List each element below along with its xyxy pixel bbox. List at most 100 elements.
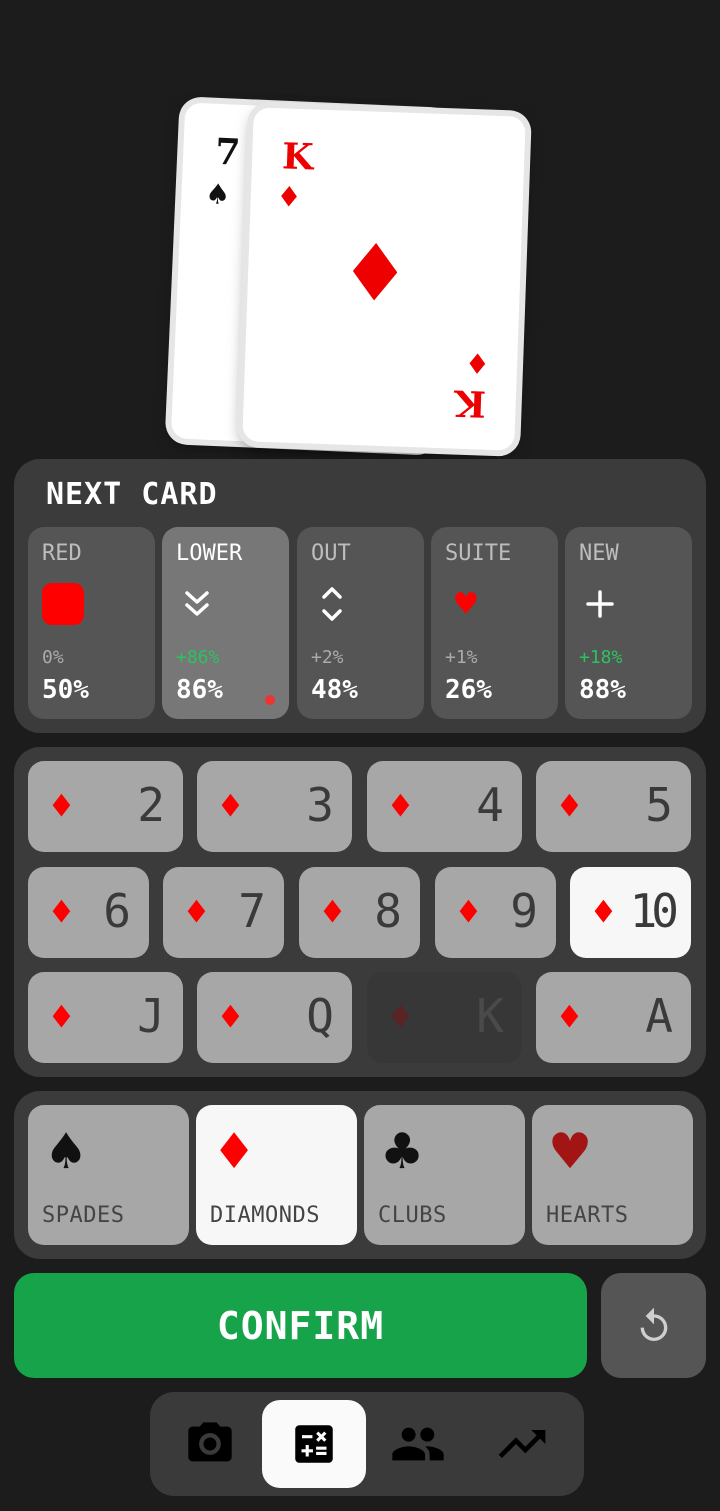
option-label: OUT (311, 541, 351, 566)
card-rank: K (281, 135, 315, 179)
heart-icon: ♥ (552, 1117, 589, 1187)
nav-people[interactable] (366, 1400, 470, 1488)
rank-button-3[interactable]: ♦ 3 (197, 761, 352, 852)
calculator-icon (295, 1425, 333, 1463)
option-value: 48% (311, 675, 358, 705)
suit-button-spades[interactable]: ♠ SPADES (28, 1105, 189, 1245)
rank-button-a[interactable]: ♦ A (536, 972, 691, 1063)
option-label: NEW (579, 541, 619, 566)
rank-label: A (645, 989, 673, 1043)
rank-button-8[interactable]: ♦ 8 (299, 867, 420, 958)
option-label: LOWER (176, 541, 243, 566)
rank-button-j[interactable]: ♦ J (28, 972, 183, 1063)
suit-picker: ♠ SPADES ♦ DIAMONDS ♣ CLUBS ♥ HEARTS (14, 1091, 706, 1259)
rank-button-5[interactable]: ♦ 5 (536, 761, 691, 852)
rank-label: 6 (103, 884, 131, 938)
spade-icon: ♠ (206, 174, 229, 216)
undo-icon (640, 1307, 667, 1341)
suit-button-hearts[interactable]: ♥ HEARTS (532, 1105, 693, 1245)
people-icon (392, 1427, 444, 1461)
rank-label: 4 (476, 778, 504, 832)
rank-button-4[interactable]: ♦ 4 (367, 761, 522, 852)
rank-label: 2 (137, 778, 165, 832)
option-new[interactable]: NEW +18% 88% (565, 527, 692, 719)
rank-label: Q (306, 989, 334, 1043)
trending-icon (498, 1430, 546, 1458)
nav-calculator[interactable] (262, 1400, 366, 1488)
option-delta: +86% (176, 647, 220, 668)
option-value: 88% (579, 675, 626, 705)
rank-label: K (476, 989, 504, 1043)
rank-label: 9 (510, 884, 538, 938)
diamond-icon: ♦ (558, 995, 581, 1039)
option-delta: +18% (579, 647, 623, 668)
rank-button-2[interactable]: ♦ 2 (28, 761, 183, 852)
suit-button-clubs[interactable]: ♣ CLUBS (364, 1105, 525, 1245)
current-card: K ♦ ♦ ♦ K (242, 107, 526, 451)
diamond-icon: ♦ (185, 890, 208, 934)
rank-label: 7 (238, 884, 266, 938)
diamond-icon: ♦ (219, 995, 242, 1039)
diamond-icon: ♦ (558, 784, 581, 828)
rank-label: 8 (374, 884, 402, 938)
suit-button-diamonds[interactable]: ♦ DIAMONDS (196, 1105, 357, 1245)
unfold-icon (311, 583, 353, 625)
rank-label: 3 (306, 778, 334, 832)
option-delta: 0% (42, 647, 64, 668)
diamond-icon: ♦ (321, 890, 344, 934)
option-label: SUITE (445, 541, 512, 566)
suit-label: CLUBS (378, 1203, 447, 1228)
rank-button-6[interactable]: ♦ 6 (28, 867, 149, 958)
rank-button-7[interactable]: ♦ 7 (163, 867, 284, 958)
rank-label: 10 (629, 884, 679, 938)
option-value: 26% (445, 675, 492, 705)
suit-label: HEARTS (546, 1203, 629, 1228)
diamond-icon: ♦ (50, 890, 73, 934)
diamond-icon: ♦ (50, 995, 73, 1039)
card-rank: K (453, 381, 487, 425)
red-square-icon (42, 583, 84, 625)
club-icon: ♣ (384, 1117, 421, 1187)
nav-camera[interactable] (158, 1400, 262, 1488)
spade-icon: ♠ (48, 1117, 85, 1187)
diamond-icon: ♦ (50, 784, 73, 828)
option-lower[interactable]: LOWER +86% 86% (162, 527, 289, 719)
confirm-button[interactable]: CONFIRM (14, 1273, 587, 1378)
diamond-icon: ♦ (389, 784, 412, 828)
diamond-icon: ♦ (389, 995, 412, 1039)
rank-label: 5 (645, 778, 673, 832)
option-delta: +1% (445, 647, 478, 668)
heart-icon: ♥ (455, 583, 477, 625)
double-chevron-down-icon (176, 583, 218, 625)
selected-indicator (265, 695, 275, 705)
rank-button-10[interactable]: ♦ 10 (570, 867, 691, 958)
option-suite[interactable]: SUITE ♥ +1% 26% (431, 527, 558, 719)
next-card-panel: NEXT CARD RED 0% 50% LOWER +86% 86% OUT … (14, 459, 706, 733)
card-rank: 7 (214, 130, 242, 174)
suit-label: DIAMONDS (210, 1203, 320, 1228)
rank-label: J (137, 989, 165, 1043)
camera-icon (188, 1422, 232, 1462)
option-value: 86% (176, 675, 223, 705)
bottom-nav (150, 1392, 584, 1496)
nav-stats[interactable] (470, 1400, 574, 1488)
diamond-icon: ♦ (457, 890, 480, 934)
option-delta: +2% (311, 647, 344, 668)
diamond-icon: ♦ (344, 216, 406, 331)
diamond-icon: ♦ (592, 890, 615, 934)
suit-label: SPADES (42, 1203, 125, 1228)
undo-button[interactable] (601, 1273, 706, 1378)
diamond-icon: ♦ (278, 177, 300, 218)
option-label: RED (42, 541, 82, 566)
rank-button-9[interactable]: ♦ 9 (435, 867, 556, 958)
diamond-icon: ♦ (465, 341, 488, 383)
rank-picker: ♦ 2 ♦ 3 ♦ 4 ♦ 5 ♦ 6 ♦ 7 ♦ 8 ♦ 9 ♦ 10 ♦ J… (14, 747, 706, 1077)
rank-button-q[interactable]: ♦ Q (197, 972, 352, 1063)
option-red[interactable]: RED 0% 50% (28, 527, 155, 719)
plus-icon (579, 583, 621, 625)
diamond-icon: ♦ (216, 1117, 253, 1187)
rank-button-k: ♦ K (367, 972, 522, 1063)
option-value: 50% (42, 675, 89, 705)
panel-title: NEXT CARD (46, 477, 218, 512)
option-out[interactable]: OUT +2% 48% (297, 527, 424, 719)
